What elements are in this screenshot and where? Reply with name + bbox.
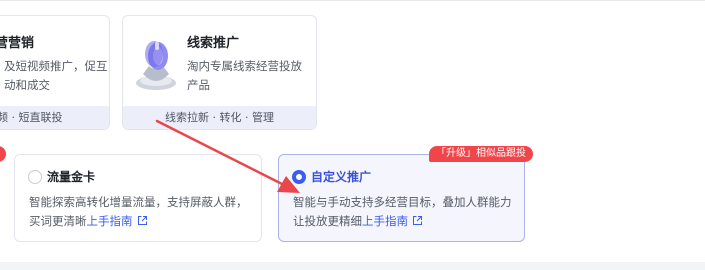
option-desc: 智能与手动支持多经营目标，叠加人群能力让投放更精细上手指南: [293, 193, 519, 231]
external-link-icon: [137, 216, 147, 225]
radio-button-selected[interactable]: [292, 170, 306, 184]
guide-link[interactable]: 上手指南: [87, 214, 148, 228]
card-footer: 线索拉新 · 转化 · 管理: [123, 106, 316, 129]
product-card-partial[interactable]: 营营销 及短视频推广，促互动和成交 频 · 短直联投: [0, 15, 110, 130]
card-desc: 淘内专属线索经营投放产品: [187, 59, 302, 92]
card-title: 线索推广: [187, 36, 240, 51]
leads-funnel-icon: [136, 41, 176, 90]
card-desc: 及短视频推广，促互动和成交: [4, 59, 108, 92]
product-card-leads[interactable]: 线索推广 淘内专属线索经营投放产品 线索拉新 · 转化 · 管理: [122, 15, 317, 130]
guide-link[interactable]: 上手指南: [362, 214, 423, 228]
guide-link-label: 上手指南: [86, 214, 133, 228]
option-desc: 智能探索高转化增量流量，支持屏蔽人群，买词更清晰上手指南: [29, 193, 255, 231]
card-footer: 频 · 短直联投: [0, 106, 109, 129]
option-card-custom-promotion[interactable]: 自定义推广 智能与手动支持多经营目标，叠加人群能力让投放更精细上手指南: [278, 154, 525, 242]
option-title: 流量金卡: [47, 170, 96, 184]
guide-link-label: 上手指南: [362, 214, 408, 228]
promotion-panel: 营营销 及短视频推广，促互动和成交 频 · 短直联投 线索推广 淘内专属线索经营…: [0, 0, 705, 262]
radio-button[interactable]: [28, 170, 42, 184]
option-card-flow-gold[interactable]: 流量金卡 智能探索高转化增量流量，支持屏蔽人群，买词更清晰上手指南: [14, 154, 262, 242]
external-link-icon: [413, 216, 422, 225]
option-title: 自定义推广: [311, 170, 372, 184]
divider: [0, 0, 705, 1]
card-title: 营营销: [0, 36, 35, 51]
badge-partial: [0, 146, 6, 162]
upgrade-badge: 「升级」相似品跟投: [429, 146, 533, 162]
